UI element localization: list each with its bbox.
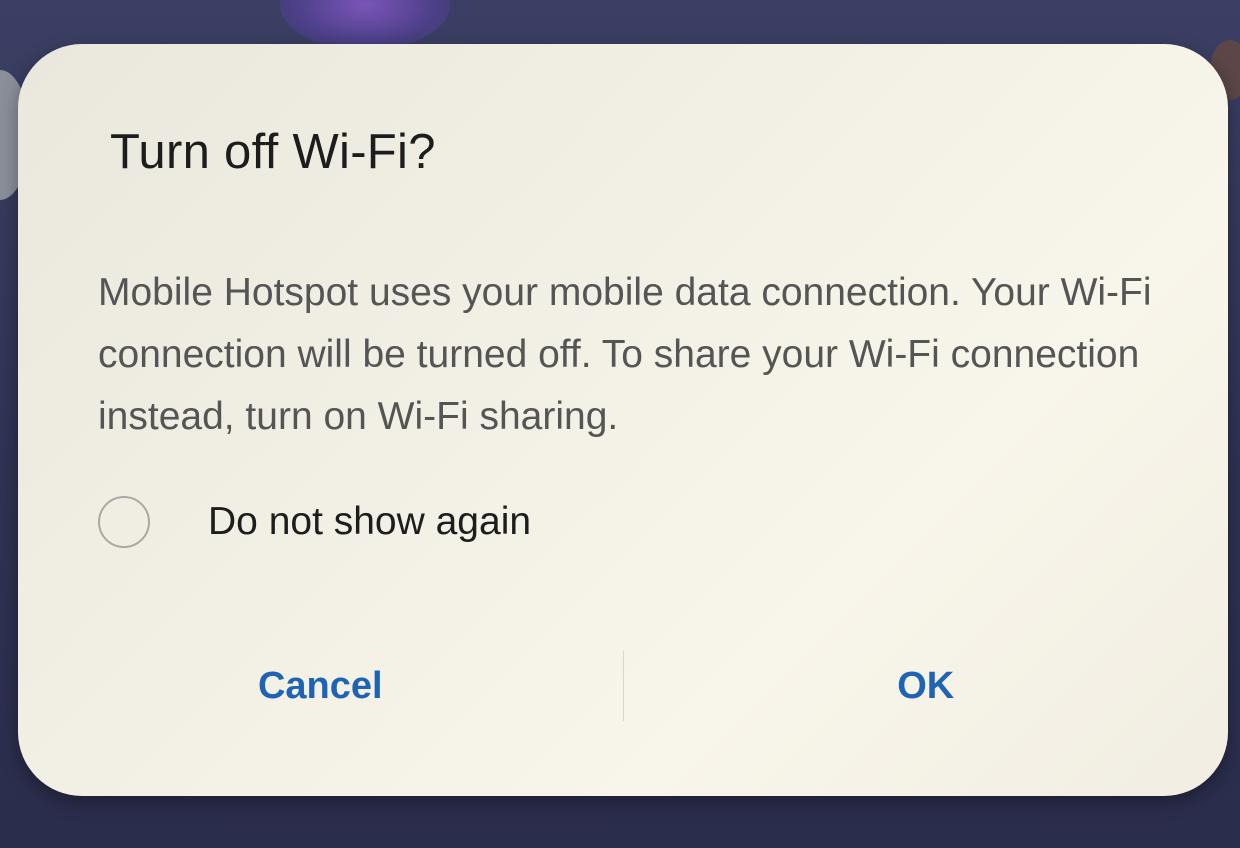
dialog-button-bar: Cancel OK [18,632,1228,740]
checkbox-circle-icon[interactable] [98,496,150,548]
dialog-message: Mobile Hotspot uses your mobile data con… [98,271,1152,438]
do-not-show-again-checkbox[interactable]: Do not show again [98,492,531,552]
background-wallpaper-top [280,0,450,50]
turn-off-wifi-dialog: Turn off Wi-Fi? Mobile Hotspot uses your… [18,44,1228,796]
ok-button[interactable]: OK [624,632,1229,740]
dialog-title: Turn off Wi-Fi? [110,125,436,179]
checkbox-label: Do not show again [208,500,532,543]
cancel-button[interactable]: Cancel [18,632,623,740]
